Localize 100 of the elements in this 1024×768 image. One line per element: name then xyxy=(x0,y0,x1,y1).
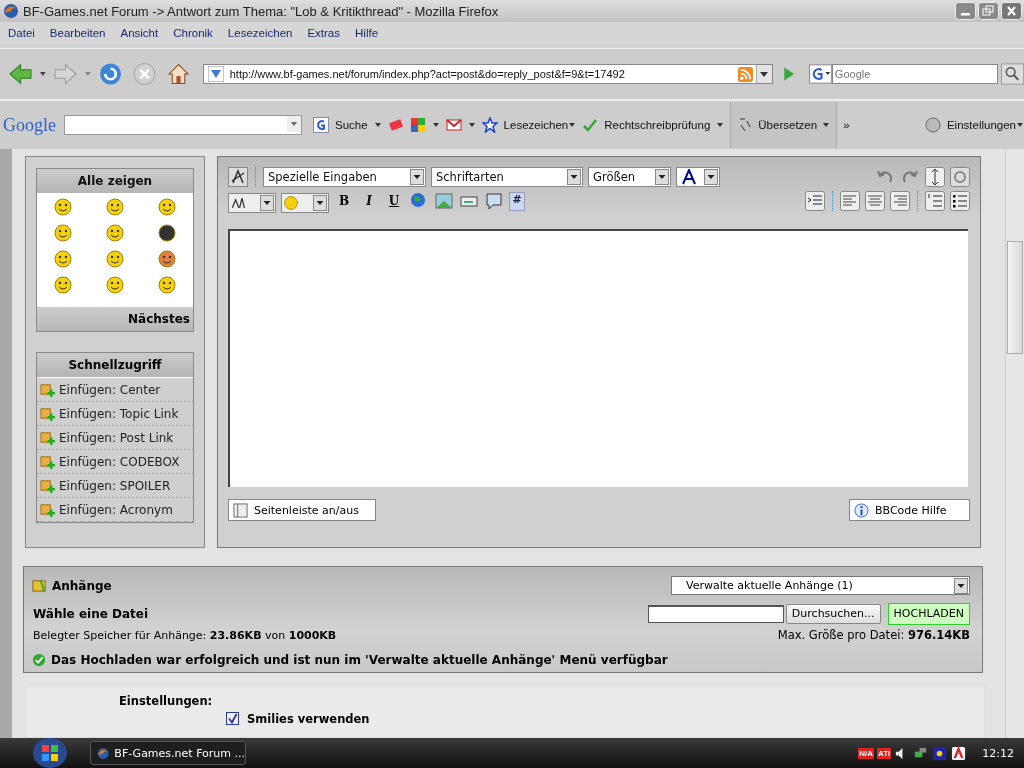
sidebar-toggle-button[interactable]: Seitenleiste an/aus xyxy=(228,499,376,521)
insert-link[interactable]: Einfügen: Center xyxy=(59,382,161,397)
checkbox[interactable] xyxy=(226,712,239,726)
upload-button[interactable]: HOCHLADEN xyxy=(887,603,970,625)
browse-button[interactable]: Durchsuchen... xyxy=(785,604,881,624)
sidebar-icon[interactable] xyxy=(233,502,248,518)
font-color-dropdown[interactable] xyxy=(676,167,720,187)
restore-icon[interactable] xyxy=(978,2,999,20)
align-center-icon[interactable] xyxy=(865,191,885,211)
indent-icon[interactable] xyxy=(805,191,825,211)
bullet-list-icon[interactable] xyxy=(950,191,970,211)
smiley-icon[interactable] xyxy=(105,223,125,243)
align-right-icon[interactable] xyxy=(890,191,910,211)
menu-item[interactable]: Extras xyxy=(307,27,340,39)
menu-item[interactable]: Chronik xyxy=(173,27,213,39)
back-arrow-icon[interactable] xyxy=(8,61,34,87)
smiley-icon[interactable] xyxy=(105,197,125,217)
circle-icon[interactable] xyxy=(924,117,941,133)
tray-badge[interactable]: N/A xyxy=(858,747,874,759)
quote-bubble-icon[interactable] xyxy=(484,191,504,211)
star-icon[interactable] xyxy=(481,117,498,133)
tray-badge[interactable]: ATI xyxy=(877,747,892,759)
spellcheck-button[interactable]: Rechtschreibprüfung xyxy=(604,119,711,131)
translate-button[interactable]: Übersetzen xyxy=(758,119,818,131)
smiley-icon[interactable] xyxy=(157,275,177,295)
font-style-dropdown[interactable] xyxy=(228,192,276,213)
caret-icon[interactable] xyxy=(373,121,382,129)
insert-link[interactable]: Einfügen: Post Link xyxy=(59,430,174,445)
format-dropdown[interactable]: Größen xyxy=(588,167,671,187)
manage-attachments-dropdown[interactable]: Verwalte aktuelle Anhänge (1) xyxy=(671,576,970,595)
checkmark-icon[interactable] xyxy=(582,117,599,133)
insert-link[interactable]: Einfügen: CODEBOX xyxy=(59,454,180,469)
bookmarks-button[interactable]: Lesezeichen xyxy=(503,119,569,131)
max-size-text: Max. Größe pro Datei: 976.14KB xyxy=(777,628,970,642)
smiley-icon[interactable] xyxy=(157,249,177,269)
minimize-icon[interactable] xyxy=(955,2,976,20)
menu-item[interactable]: Lesezeichen xyxy=(227,27,293,39)
success-message: Das Hochladen war erfolgreich und ist nun im 'Verwalte aktuelle Anhänge' Menü verfügbar xyxy=(51,653,668,667)
align-left-icon[interactable] xyxy=(840,191,860,211)
start-button[interactable] xyxy=(30,738,70,768)
attachments-title: Anhänge xyxy=(52,578,112,593)
choose-file-label: Wähle eine Datei xyxy=(32,607,149,621)
search-icon[interactable] xyxy=(1000,63,1024,85)
caret-icon[interactable] xyxy=(822,121,831,129)
caret-icon[interactable] xyxy=(568,121,577,129)
caret-icon[interactable] xyxy=(39,70,47,78)
format-button[interactable]: U xyxy=(384,194,404,208)
checkmark-icon xyxy=(32,653,46,667)
smiley-icon[interactable] xyxy=(53,197,73,217)
insert-link[interactable]: Einfügen: SPOILER xyxy=(59,478,171,493)
bbcode-help-button[interactable]: BBCode Hilfe xyxy=(849,499,970,521)
home-icon[interactable] xyxy=(165,61,191,87)
show-all-link[interactable]: Alle zeigen xyxy=(37,169,193,193)
scroll-thumb[interactable] xyxy=(1007,241,1023,354)
insert-link[interactable]: Einfügen: Acronym xyxy=(59,502,173,517)
smiley-icon[interactable] xyxy=(53,275,73,295)
smiley-icon[interactable] xyxy=(105,249,125,269)
menu-item[interactable]: Ansicht xyxy=(120,27,159,39)
taskbar-button[interactable]: BF-Games.net Forum ... xyxy=(90,741,246,765)
file-path-field[interactable] xyxy=(647,605,784,623)
close-icon[interactable] xyxy=(1001,2,1022,20)
insert-link[interactable]: Einfügen: Topic Link xyxy=(59,406,179,421)
format-dropdown[interactable]: Schriftarten xyxy=(431,167,583,187)
reload-icon[interactable] xyxy=(97,61,123,87)
smiley-icon[interactable] xyxy=(53,223,73,243)
storage-usage-text: Belegter Speicher für Anhänge: 23.86KB von 1000KB xyxy=(32,628,337,642)
caret-icon[interactable] xyxy=(467,121,476,129)
settings-button[interactable]: Einstellungen xyxy=(946,119,1016,131)
menu-item[interactable]: Bearbeiten xyxy=(49,27,106,39)
scrollbar[interactable] xyxy=(1005,149,1024,738)
google-search-field[interactable] xyxy=(64,115,302,135)
mail-icon[interactable] xyxy=(445,117,462,133)
format-button[interactable]: B xyxy=(334,194,354,208)
caret-icon[interactable] xyxy=(716,121,725,129)
folder-icon xyxy=(32,578,47,593)
search-engine-icon[interactable] xyxy=(313,117,329,133)
info-icon[interactable] xyxy=(854,502,869,518)
wireless-icon[interactable] xyxy=(932,745,948,761)
more-button[interactable]: » xyxy=(843,119,850,131)
settings-label: Einstellungen: xyxy=(119,693,213,708)
address-bar[interactable]: http://www.bf-games.net/forum/index.php?act=post&do=reply_post&f=9&t=17492 xyxy=(202,64,774,84)
letter-a-icon[interactable] xyxy=(681,169,697,185)
browser-logo-icon[interactable] xyxy=(97,745,110,761)
puzzle-icon[interactable] xyxy=(409,117,426,133)
menu-item[interactable]: Datei xyxy=(8,27,35,39)
smiley-icon[interactable] xyxy=(105,275,125,295)
search-field[interactable]: Google xyxy=(831,64,998,84)
menu-item[interactable]: Hilfe xyxy=(355,27,379,39)
search-engine-icon[interactable] xyxy=(808,64,832,84)
smiley-icon[interactable] xyxy=(157,197,177,217)
smiley-icon[interactable] xyxy=(157,223,177,243)
caret-icon[interactable] xyxy=(431,121,440,129)
format-dropdown[interactable]: Spezielle Eingaben xyxy=(263,167,426,187)
format-button[interactable]: I xyxy=(359,194,379,208)
smiley-icon[interactable] xyxy=(53,249,73,269)
remove-format-icon[interactable] xyxy=(228,167,248,187)
code-button[interactable]: # xyxy=(509,191,525,211)
caret-icon[interactable] xyxy=(1016,121,1024,129)
search-button[interactable]: Suche xyxy=(335,119,368,131)
resize-icon[interactable] xyxy=(925,167,945,187)
